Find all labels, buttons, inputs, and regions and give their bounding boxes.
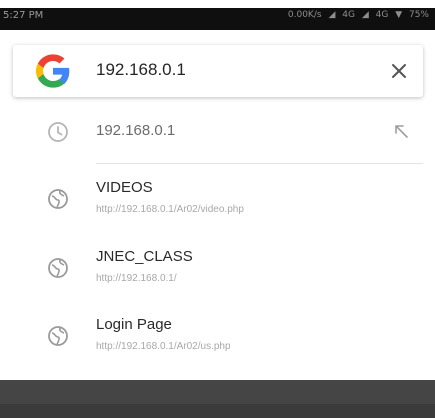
- suggestion-url: http://192.168.0.1/: [96, 273, 177, 284]
- google-logo-icon: [35, 54, 70, 88]
- refine-arrow-icon[interactable]: [391, 121, 411, 141]
- bottom-shade: [0, 404, 435, 418]
- clear-button[interactable]: [383, 55, 415, 87]
- globe-icon: [48, 326, 68, 346]
- network-speed: 0.00K/s: [287, 10, 322, 20]
- signal-icon: ◢: [361, 10, 369, 20]
- close-icon: [392, 64, 406, 78]
- suggestion-sheet: 192.168.0.1 VIDEOS http://192.168.0.1/Ar…: [0, 30, 435, 380]
- suggestion-bookmark[interactable]: VIDEOS http://192.168.0.1/Ar02/video.php: [0, 167, 435, 227]
- suggestion-history[interactable]: 192.168.0.1: [0, 102, 435, 162]
- wifi-icon: ▼: [395, 10, 403, 20]
- omnibox: [13, 45, 423, 97]
- globe-icon: [48, 258, 68, 278]
- suggestion-title: VIDEOS: [96, 179, 153, 196]
- suggestion-title: Login Page: [96, 316, 172, 333]
- signal-icon: ◢: [328, 10, 336, 20]
- status-time: 5:27 PM: [3, 10, 44, 21]
- history-clock-icon: [48, 122, 68, 142]
- search-input[interactable]: [96, 53, 356, 87]
- globe-icon: [48, 189, 68, 209]
- status-indicators: 0.00K/s ◢ 4G ◢ 4G ▼ 75%: [284, 10, 429, 20]
- top-strip: [0, 0, 435, 8]
- suggestion-url: http://192.168.0.1/Ar02/video.php: [96, 204, 244, 215]
- suggestion-bookmark[interactable]: JNEC_CLASS http://192.168.0.1/: [0, 236, 435, 296]
- divider: [96, 163, 423, 164]
- suggestion-title: 192.168.0.1: [96, 122, 176, 139]
- battery-level: 75%: [408, 10, 429, 20]
- suggestion-title: JNEC_CLASS: [96, 248, 193, 265]
- suggestion-bookmark[interactable]: Login Page http://192.168.0.1/Ar02/us.ph…: [0, 304, 435, 364]
- status-bar: 5:27 PM 0.00K/s ◢ 4G ◢ 4G ▼ 75%: [0, 8, 435, 30]
- network-type-2: 4G: [375, 10, 389, 20]
- network-type-1: 4G: [342, 10, 355, 20]
- suggestion-url: http://192.168.0.1/Ar02/us.php: [96, 341, 231, 352]
